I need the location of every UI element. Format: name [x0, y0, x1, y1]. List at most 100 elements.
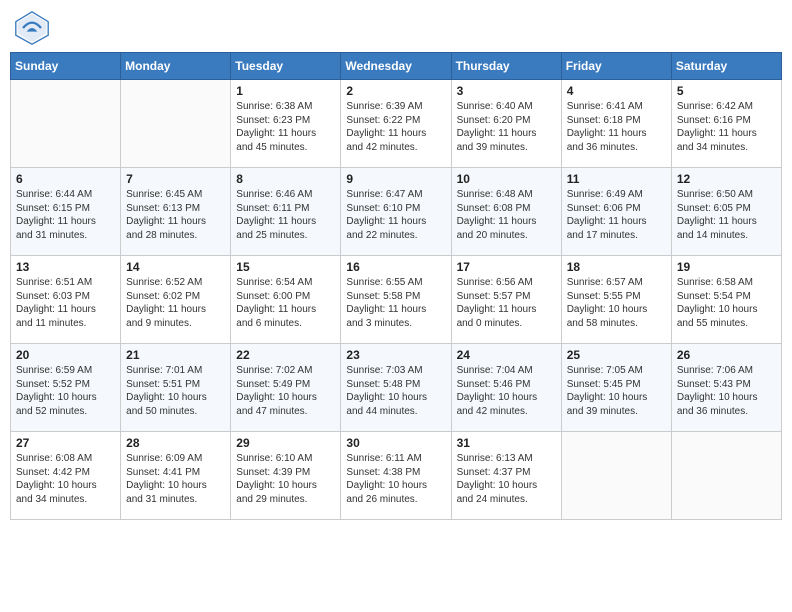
day-info: Sunrise: 6:13 AM Sunset: 4:37 PM Dayligh…: [457, 452, 556, 506]
day-number: 19: [677, 260, 776, 274]
calendar-cell: 7 Sunrise: 6:45 AM Sunset: 6:13 PM Daylig…: [121, 168, 231, 256]
day-info: Sunrise: 6:55 AM Sunset: 5:58 PM Dayligh…: [346, 276, 445, 330]
calendar-cell: 31 Sunrise: 6:13 AM Sunset: 4:37 PM Dayli…: [451, 432, 561, 520]
calendar-cell: [561, 432, 671, 520]
day-info: Sunrise: 6:50 AM Sunset: 6:05 PM Dayligh…: [677, 188, 776, 242]
day-number: 23: [346, 348, 445, 362]
calendar-cell: [11, 80, 121, 168]
day-info: Sunrise: 6:38 AM Sunset: 6:23 PM Dayligh…: [236, 100, 335, 154]
day-info: Sunrise: 6:51 AM Sunset: 6:03 PM Dayligh…: [16, 276, 115, 330]
calendar-header-row: SundayMondayTuesdayWednesdayThursdayFrid…: [11, 53, 782, 80]
day-number: 15: [236, 260, 335, 274]
calendar-cell: 16 Sunrise: 6:55 AM Sunset: 5:58 PM Dayli…: [341, 256, 451, 344]
calendar-cell: 15 Sunrise: 6:54 AM Sunset: 6:00 PM Dayli…: [231, 256, 341, 344]
day-of-week-header: Tuesday: [231, 53, 341, 80]
day-info: Sunrise: 6:46 AM Sunset: 6:11 PM Dayligh…: [236, 188, 335, 242]
calendar-table: SundayMondayTuesdayWednesdayThursdayFrid…: [10, 52, 782, 520]
calendar-cell: 23 Sunrise: 7:03 AM Sunset: 5:48 PM Dayli…: [341, 344, 451, 432]
calendar-cell: 3 Sunrise: 6:40 AM Sunset: 6:20 PM Daylig…: [451, 80, 561, 168]
day-info: Sunrise: 7:02 AM Sunset: 5:49 PM Dayligh…: [236, 364, 335, 418]
calendar-cell: [121, 80, 231, 168]
day-info: Sunrise: 6:59 AM Sunset: 5:52 PM Dayligh…: [16, 364, 115, 418]
calendar-week-row: 1 Sunrise: 6:38 AM Sunset: 6:23 PM Daylig…: [11, 80, 782, 168]
day-info: Sunrise: 7:05 AM Sunset: 5:45 PM Dayligh…: [567, 364, 666, 418]
calendar-cell: 5 Sunrise: 6:42 AM Sunset: 6:16 PM Daylig…: [671, 80, 781, 168]
calendar-cell: 20 Sunrise: 6:59 AM Sunset: 5:52 PM Dayli…: [11, 344, 121, 432]
day-number: 2: [346, 84, 445, 98]
page-header: [10, 10, 782, 46]
day-number: 20: [16, 348, 115, 362]
calendar-cell: 17 Sunrise: 6:56 AM Sunset: 5:57 PM Dayli…: [451, 256, 561, 344]
calendar-cell: [671, 432, 781, 520]
day-info: Sunrise: 7:04 AM Sunset: 5:46 PM Dayligh…: [457, 364, 556, 418]
day-info: Sunrise: 6:58 AM Sunset: 5:54 PM Dayligh…: [677, 276, 776, 330]
day-number: 5: [677, 84, 776, 98]
day-number: 17: [457, 260, 556, 274]
calendar-week-row: 13 Sunrise: 6:51 AM Sunset: 6:03 PM Dayli…: [11, 256, 782, 344]
day-info: Sunrise: 7:01 AM Sunset: 5:51 PM Dayligh…: [126, 364, 225, 418]
day-number: 29: [236, 436, 335, 450]
calendar-cell: 12 Sunrise: 6:50 AM Sunset: 6:05 PM Dayli…: [671, 168, 781, 256]
day-info: Sunrise: 6:42 AM Sunset: 6:16 PM Dayligh…: [677, 100, 776, 154]
calendar-cell: 24Sunrise: 7:04 AM Sunset: 5:46 PM Dayli…: [451, 344, 561, 432]
day-of-week-header: Saturday: [671, 53, 781, 80]
day-number: 6: [16, 172, 115, 186]
day-number: 12: [677, 172, 776, 186]
day-info: Sunrise: 6:54 AM Sunset: 6:00 PM Dayligh…: [236, 276, 335, 330]
day-info: Sunrise: 6:39 AM Sunset: 6:22 PM Dayligh…: [346, 100, 445, 154]
day-info: Sunrise: 6:41 AM Sunset: 6:18 PM Dayligh…: [567, 100, 666, 154]
day-of-week-header: Thursday: [451, 53, 561, 80]
day-number: 11: [567, 172, 666, 186]
day-number: 16: [346, 260, 445, 274]
calendar-cell: 2 Sunrise: 6:39 AM Sunset: 6:22 PM Daylig…: [341, 80, 451, 168]
day-number: 7: [126, 172, 225, 186]
calendar-cell: 1 Sunrise: 6:38 AM Sunset: 6:23 PM Daylig…: [231, 80, 341, 168]
calendar-cell: 27 Sunrise: 6:08 AM Sunset: 4:42 PM Dayli…: [11, 432, 121, 520]
calendar-week-row: 6Sunrise: 6:44 AM Sunset: 6:15 PM Daylig…: [11, 168, 782, 256]
calendar-week-row: 27 Sunrise: 6:08 AM Sunset: 4:42 PM Dayli…: [11, 432, 782, 520]
day-number: 10: [457, 172, 556, 186]
calendar-cell: 18 Sunrise: 6:57 AM Sunset: 5:55 PM Dayli…: [561, 256, 671, 344]
calendar-cell: 10Sunrise: 6:48 AM Sunset: 6:08 PM Dayli…: [451, 168, 561, 256]
logo-icon: [14, 10, 50, 46]
day-number: 31: [457, 436, 556, 450]
day-number: 9: [346, 172, 445, 186]
day-number: 30: [346, 436, 445, 450]
day-number: 21: [126, 348, 225, 362]
day-number: 27: [16, 436, 115, 450]
calendar-cell: 6Sunrise: 6:44 AM Sunset: 6:15 PM Daylig…: [11, 168, 121, 256]
day-info: Sunrise: 7:06 AM Sunset: 5:43 PM Dayligh…: [677, 364, 776, 418]
calendar-cell: 8 Sunrise: 6:46 AM Sunset: 6:11 PM Daylig…: [231, 168, 341, 256]
day-info: Sunrise: 6:10 AM Sunset: 4:39 PM Dayligh…: [236, 452, 335, 506]
logo: [14, 10, 54, 46]
day-info: Sunrise: 6:08 AM Sunset: 4:42 PM Dayligh…: [16, 452, 115, 506]
day-number: 18: [567, 260, 666, 274]
calendar-cell: 11Sunrise: 6:49 AM Sunset: 6:06 PM Dayli…: [561, 168, 671, 256]
calendar-week-row: 20 Sunrise: 6:59 AM Sunset: 5:52 PM Dayli…: [11, 344, 782, 432]
day-of-week-header: Sunday: [11, 53, 121, 80]
day-number: 1: [236, 84, 335, 98]
calendar-cell: 14Sunrise: 6:52 AM Sunset: 6:02 PM Dayli…: [121, 256, 231, 344]
day-info: Sunrise: 6:11 AM Sunset: 4:38 PM Dayligh…: [346, 452, 445, 506]
day-number: 13: [16, 260, 115, 274]
day-info: Sunrise: 6:47 AM Sunset: 6:10 PM Dayligh…: [346, 188, 445, 242]
day-number: 3: [457, 84, 556, 98]
day-info: Sunrise: 6:57 AM Sunset: 5:55 PM Dayligh…: [567, 276, 666, 330]
calendar-cell: 9 Sunrise: 6:47 AM Sunset: 6:10 PM Daylig…: [341, 168, 451, 256]
day-of-week-header: Wednesday: [341, 53, 451, 80]
calendar-cell: 21 Sunrise: 7:01 AM Sunset: 5:51 PM Dayli…: [121, 344, 231, 432]
calendar-cell: 13 Sunrise: 6:51 AM Sunset: 6:03 PM Dayli…: [11, 256, 121, 344]
day-info: Sunrise: 7:03 AM Sunset: 5:48 PM Dayligh…: [346, 364, 445, 418]
day-info: Sunrise: 6:56 AM Sunset: 5:57 PM Dayligh…: [457, 276, 556, 330]
day-number: 4: [567, 84, 666, 98]
day-number: 8: [236, 172, 335, 186]
day-info: Sunrise: 6:40 AM Sunset: 6:20 PM Dayligh…: [457, 100, 556, 154]
calendar-cell: 19 Sunrise: 6:58 AM Sunset: 5:54 PM Dayli…: [671, 256, 781, 344]
day-info: Sunrise: 6:45 AM Sunset: 6:13 PM Dayligh…: [126, 188, 225, 242]
day-number: 28: [126, 436, 225, 450]
day-info: Sunrise: 6:52 AM Sunset: 6:02 PM Dayligh…: [126, 276, 225, 330]
calendar-cell: 29 Sunrise: 6:10 AM Sunset: 4:39 PM Dayli…: [231, 432, 341, 520]
day-info: Sunrise: 6:09 AM Sunset: 4:41 PM Dayligh…: [126, 452, 225, 506]
calendar-cell: 28 Sunrise: 6:09 AM Sunset: 4:41 PM Dayli…: [121, 432, 231, 520]
day-number: 22: [236, 348, 335, 362]
